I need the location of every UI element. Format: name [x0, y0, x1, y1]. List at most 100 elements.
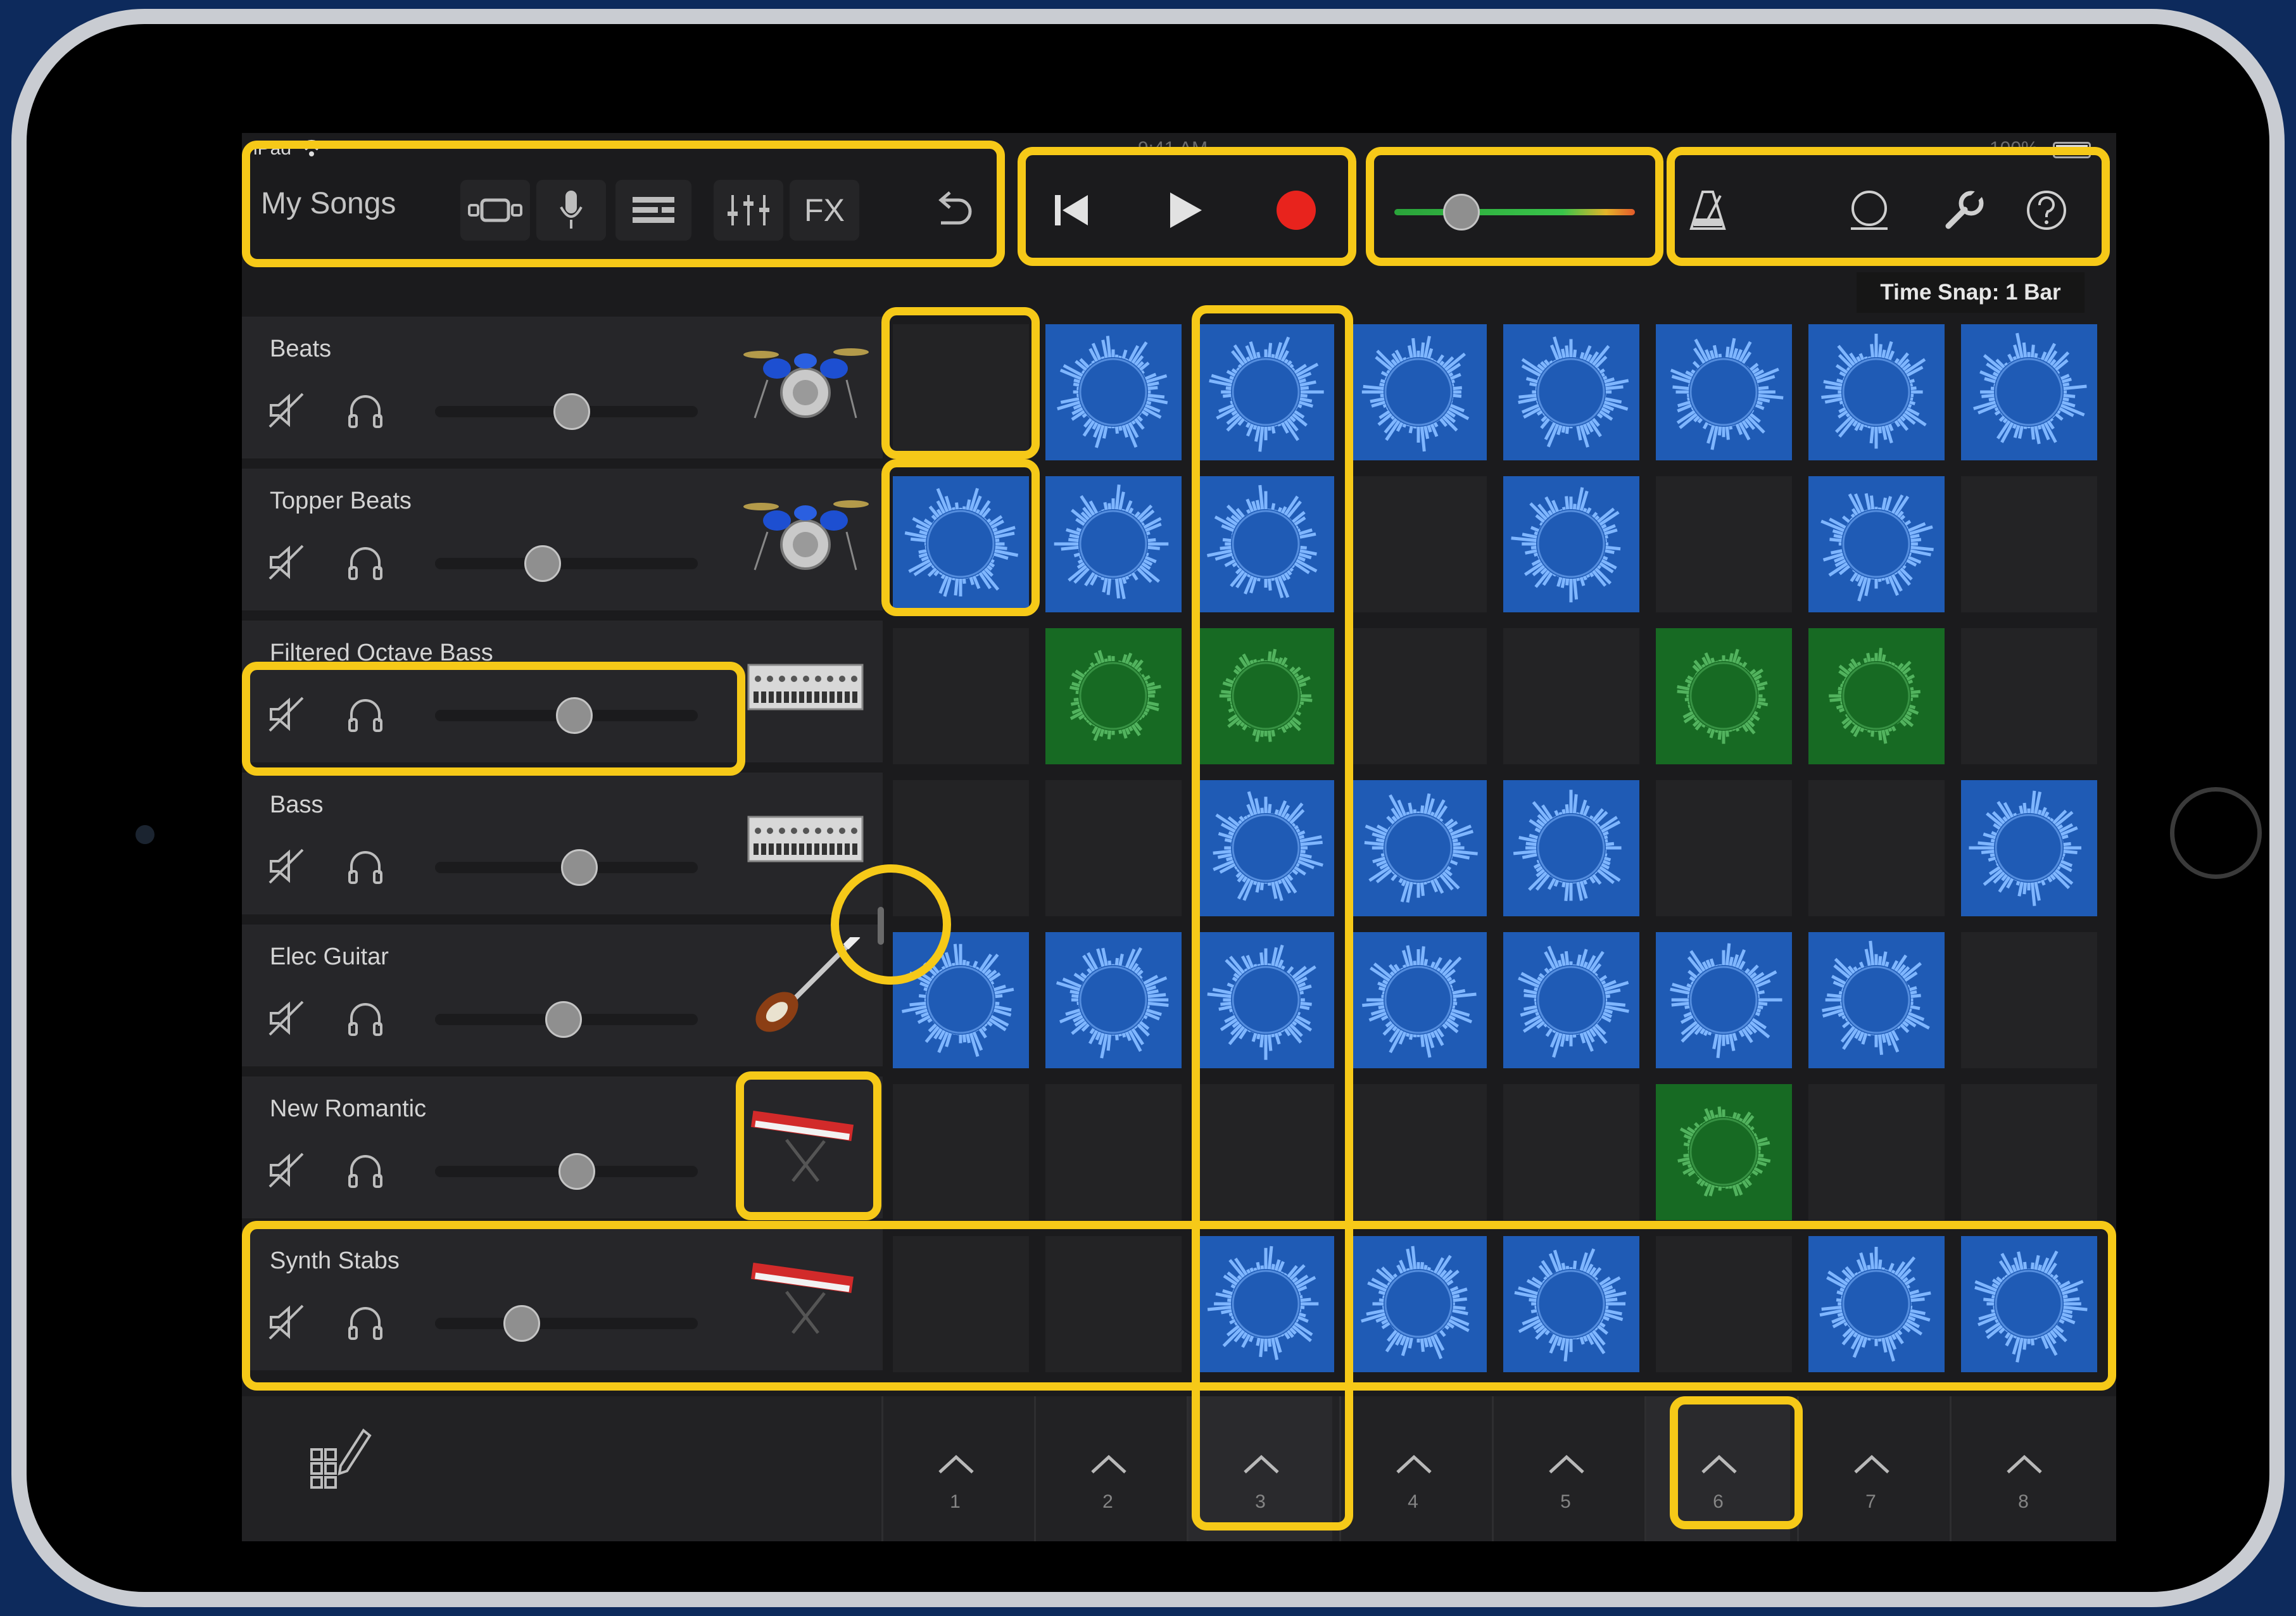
loop-cell[interactable]	[1961, 780, 2097, 916]
track-header[interactable]: Elec Guitar	[242, 925, 883, 1071]
empty-cell[interactable]	[893, 628, 1029, 764]
metronome-button[interactable]	[1676, 180, 1739, 241]
record-button[interactable]	[1255, 180, 1337, 241]
empty-cell[interactable]	[1961, 1084, 2097, 1220]
empty-cell[interactable]	[1351, 1084, 1487, 1220]
instrument-button[interactable]	[742, 932, 869, 1032]
column-trigger-2[interactable]: 2	[1034, 1396, 1180, 1541]
master-volume-slider[interactable]	[1394, 194, 1635, 230]
instrument-button[interactable]	[742, 329, 869, 424]
track-header[interactable]: New Romantic	[242, 1076, 883, 1223]
loop-cell[interactable]	[1656, 1084, 1792, 1220]
empty-cell[interactable]	[1656, 476, 1792, 612]
volume-slider[interactable]	[435, 1305, 698, 1342]
loop-cell[interactable]	[1961, 324, 2097, 460]
mute-icon[interactable]	[267, 1303, 305, 1341]
empty-cell[interactable]	[893, 1084, 1029, 1220]
loop-cell[interactable]	[1503, 932, 1639, 1068]
loop-cell[interactable]	[1503, 324, 1639, 460]
empty-cell[interactable]	[1503, 1084, 1639, 1220]
loop-cell[interactable]	[1045, 932, 1182, 1068]
volume-thumb[interactable]	[555, 697, 593, 734]
mute-icon[interactable]	[267, 695, 305, 733]
empty-cell[interactable]	[1961, 476, 2097, 612]
empty-cell[interactable]	[1656, 780, 1792, 916]
volume-thumb[interactable]	[553, 393, 590, 430]
volume-thumb[interactable]	[545, 1001, 583, 1038]
loop-cell[interactable]	[1351, 324, 1487, 460]
volume-thumb[interactable]	[558, 1153, 596, 1190]
loop-cell[interactable]	[1045, 628, 1182, 764]
headphones-icon[interactable]	[346, 999, 384, 1037]
track-header[interactable]: Topper Beats	[242, 469, 883, 615]
loop-cell[interactable]	[1503, 780, 1639, 916]
mute-icon[interactable]	[267, 391, 305, 429]
empty-cell[interactable]	[1198, 1084, 1334, 1220]
column-trigger-1[interactable]: 1	[881, 1396, 1027, 1541]
loop-cell[interactable]	[893, 476, 1029, 612]
column-trigger-4[interactable]: 4	[1339, 1396, 1485, 1541]
instrument-button[interactable]	[742, 633, 869, 728]
loop-browser-button[interactable]	[1838, 180, 1901, 241]
loop-cell[interactable]	[1808, 628, 1945, 764]
loop-cell[interactable]	[1808, 476, 1945, 612]
volume-slider[interactable]	[435, 393, 698, 430]
loop-cell[interactable]	[1198, 1236, 1334, 1372]
loop-cell[interactable]	[1808, 1236, 1945, 1372]
empty-cell[interactable]	[1961, 628, 2097, 764]
home-button[interactable]	[2170, 787, 2262, 879]
my-songs-button[interactable]: My Songs	[261, 186, 396, 221]
tracks-view-button[interactable]	[615, 180, 691, 241]
empty-cell[interactable]	[1808, 1084, 1945, 1220]
volume-thumb[interactable]	[524, 545, 562, 582]
volume-slider[interactable]	[435, 849, 698, 886]
loop-cell[interactable]	[1351, 780, 1487, 916]
instrument-button[interactable]	[742, 1241, 869, 1336]
column-trigger-7[interactable]: 7	[1797, 1396, 1943, 1541]
empty-cell[interactable]	[1045, 1084, 1182, 1220]
loop-cell[interactable]	[1045, 476, 1182, 612]
mute-icon[interactable]	[267, 1151, 305, 1189]
go-to-beginning-button[interactable]	[1033, 180, 1109, 241]
empty-cell[interactable]	[1351, 476, 1487, 612]
time-snap-button[interactable]: Time Snap: 1 Bar	[1857, 272, 2085, 313]
mute-icon[interactable]	[267, 543, 305, 581]
headphones-icon[interactable]	[346, 1303, 384, 1341]
mixer-button[interactable]	[714, 180, 783, 241]
instrument-button[interactable]	[742, 1089, 869, 1184]
column-trigger-3[interactable]: 3	[1187, 1396, 1332, 1541]
column-trigger-8[interactable]: 8	[1950, 1396, 2095, 1541]
track-header[interactable]: Bass	[242, 773, 883, 919]
play-button[interactable]	[1144, 180, 1227, 241]
loop-cell[interactable]	[1503, 1236, 1639, 1372]
volume-slider[interactable]	[435, 545, 698, 582]
loop-cell[interactable]	[1198, 780, 1334, 916]
resize-handle[interactable]	[878, 907, 884, 945]
column-trigger-6[interactable]: 6	[1644, 1396, 1790, 1541]
loop-cell[interactable]	[1198, 324, 1334, 460]
headphones-icon[interactable]	[346, 543, 384, 581]
loop-cell[interactable]	[1656, 932, 1792, 1068]
loop-cell[interactable]	[893, 932, 1029, 1068]
loop-cell[interactable]	[1351, 1236, 1487, 1372]
loop-cell[interactable]	[1198, 932, 1334, 1068]
empty-cell[interactable]	[1961, 932, 2097, 1068]
empty-cell[interactable]	[1045, 780, 1182, 916]
empty-cell[interactable]	[893, 1236, 1029, 1372]
undo-button[interactable]	[919, 180, 989, 241]
instrument-button[interactable]	[742, 481, 869, 576]
empty-cell[interactable]	[1503, 628, 1639, 764]
loop-cell[interactable]	[1198, 476, 1334, 612]
help-button[interactable]	[2015, 180, 2078, 241]
view-toggle-button[interactable]	[460, 180, 530, 241]
headphones-icon[interactable]	[346, 391, 384, 429]
track-header[interactable]: Filtered Octave Bass	[242, 621, 883, 767]
empty-cell[interactable]	[1808, 780, 1945, 916]
instrument-button[interactable]	[742, 785, 869, 880]
loop-cell[interactable]	[1656, 628, 1792, 764]
headphones-icon[interactable]	[346, 1151, 384, 1189]
loop-cell[interactable]	[1808, 324, 1945, 460]
volume-slider[interactable]	[435, 697, 698, 734]
empty-cell[interactable]	[1656, 1236, 1792, 1372]
headphones-icon[interactable]	[346, 847, 384, 885]
